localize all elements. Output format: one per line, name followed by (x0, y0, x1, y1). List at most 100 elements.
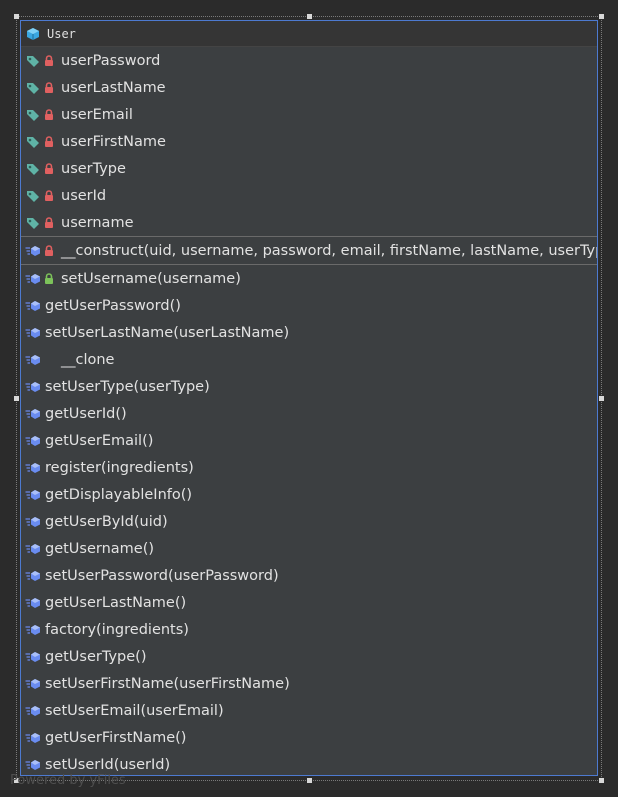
method-icon (25, 406, 41, 422)
method-icon (25, 298, 41, 314)
tag-icon (25, 188, 41, 204)
private-lock-icon (41, 80, 57, 96)
method-label: setUserLastName(userLastName) (45, 324, 290, 341)
private-lock-icon (41, 188, 57, 204)
method-icon (25, 487, 41, 503)
attribute-row[interactable]: userFirstName (21, 128, 597, 155)
attributes-section: userPassword userLastName userEmail userFir… (21, 47, 597, 237)
method-label: getUserById(uid) (45, 513, 168, 530)
attribute-row[interactable]: username (21, 209, 597, 236)
method-row[interactable]: getUserFirstName() (21, 724, 597, 751)
method-icon (25, 595, 41, 611)
method-row[interactable]: getUserEmail() (21, 427, 597, 454)
method-icon (25, 514, 41, 530)
tag-icon (25, 215, 41, 231)
method-row[interactable]: register(ingredients) (21, 454, 597, 481)
class-name: User (47, 26, 76, 41)
method-label: setUserId(userId) (45, 756, 171, 773)
method-row[interactable]: getUsername() (21, 535, 597, 562)
attribute-label: userType (61, 160, 126, 177)
tag-icon (25, 134, 41, 150)
method-row[interactable]: getUserById(uid) (21, 508, 597, 535)
method-row[interactable]: setUserPassword(userPassword) (21, 562, 597, 589)
method-icon (25, 649, 41, 665)
attribute-label: userFirstName (61, 133, 166, 150)
method-row[interactable]: getUserType() (21, 643, 597, 670)
watermark: Powered by yFiles (10, 773, 126, 788)
private-lock-icon (41, 161, 57, 177)
attribute-label: username (61, 214, 134, 231)
constructor-section: __construct(uid, username, password, ema… (21, 237, 597, 265)
method-label: setUsername(username) (61, 270, 241, 287)
blank-icon (41, 352, 57, 368)
method-label: getUserLastName() (45, 594, 187, 611)
method-row[interactable]: __clone (21, 346, 597, 373)
method-icon (25, 352, 41, 368)
method-label: getDisplayableInfo() (45, 486, 193, 503)
resize-handle-left[interactable] (14, 396, 19, 401)
method-label: factory(ingredients) (45, 621, 189, 638)
method-row[interactable]: setUserEmail(userEmail) (21, 697, 597, 724)
method-row[interactable]: getUserId() (21, 400, 597, 427)
attribute-label: userPassword (61, 52, 161, 69)
method-icon (25, 325, 41, 341)
method-label: getUserType() (45, 648, 147, 665)
method-row[interactable]: setUserType(userType) (21, 373, 597, 400)
method-label: setUserEmail(userEmail) (45, 702, 224, 719)
constructor-label: __construct(uid, username, password, ema… (61, 242, 598, 259)
resize-handle-top-right[interactable] (599, 14, 604, 19)
method-label: getUserEmail() (45, 432, 154, 449)
constructor-row[interactable]: __construct(uid, username, password, ema… (21, 237, 597, 264)
methods-section: setUsername(username) getUserPassword() se… (21, 265, 597, 775)
method-row[interactable]: getDisplayableInfo() (21, 481, 597, 508)
private-lock-icon (41, 243, 57, 259)
attribute-label: userLastName (61, 79, 166, 96)
method-label: getUsername() (45, 540, 155, 557)
method-row[interactable]: getUserPassword() (21, 292, 597, 319)
private-lock-icon (41, 107, 57, 123)
method-label: setUserType(userType) (45, 378, 210, 395)
class-icon (25, 26, 41, 42)
method-icon (25, 460, 41, 476)
method-label: getUserPassword() (45, 297, 181, 314)
attribute-label: userEmail (61, 106, 133, 123)
method-row[interactable]: factory(ingredients) (21, 616, 597, 643)
attribute-row[interactable]: userLastName (21, 74, 597, 101)
method-row[interactable]: setUserLastName(userLastName) (21, 319, 597, 346)
method-label: getUserFirstName() (45, 729, 187, 746)
resize-handle-top-left[interactable] (14, 14, 19, 19)
resize-handle-bottom-right[interactable] (599, 778, 604, 783)
method-label: getUserId() (45, 405, 127, 422)
attribute-row[interactable]: userPassword (21, 47, 597, 74)
tag-icon (25, 53, 41, 69)
uml-class-node[interactable]: User userPassword userLastName userEmail us… (20, 20, 598, 776)
method-row[interactable]: getUserLastName() (21, 589, 597, 616)
method-icon (25, 433, 41, 449)
method-icon (25, 757, 41, 773)
method-icon (25, 379, 41, 395)
tag-icon (25, 107, 41, 123)
method-icon (25, 271, 41, 287)
method-row[interactable]: setUsername(username) (21, 265, 597, 292)
method-label: setUserFirstName(userFirstName) (45, 675, 290, 692)
method-label: __clone (61, 351, 115, 368)
method-row[interactable]: setUserFirstName(userFirstName) (21, 670, 597, 697)
method-icon (25, 676, 41, 692)
method-icon (25, 703, 41, 719)
method-icon (25, 541, 41, 557)
method-icon (25, 568, 41, 584)
class-header[interactable]: User (21, 21, 597, 47)
resize-handle-bottom-center[interactable] (307, 778, 312, 783)
method-label: setUserPassword(userPassword) (45, 567, 279, 584)
attribute-row[interactable]: userType (21, 155, 597, 182)
resize-handle-top-center[interactable] (307, 14, 312, 19)
resize-handle-right[interactable] (599, 396, 604, 401)
tag-icon (25, 161, 41, 177)
attribute-label: userId (61, 187, 107, 204)
method-label: register(ingredients) (45, 459, 194, 476)
attribute-row[interactable]: userId (21, 182, 597, 209)
method-icon (25, 243, 41, 259)
public-lock-icon (41, 271, 57, 287)
private-lock-icon (41, 134, 57, 150)
attribute-row[interactable]: userEmail (21, 101, 597, 128)
